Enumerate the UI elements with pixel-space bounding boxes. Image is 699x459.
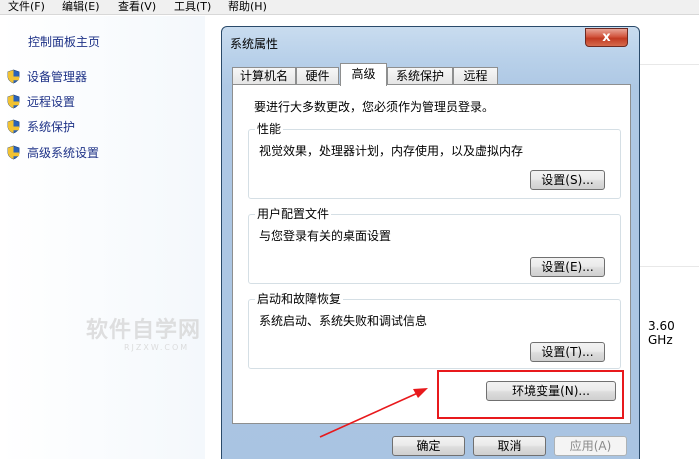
watermark-sub: RJZXW.COM xyxy=(124,343,190,352)
watermark: 软件自学网 xyxy=(86,318,202,343)
annotation-arrow-icon xyxy=(319,388,428,438)
